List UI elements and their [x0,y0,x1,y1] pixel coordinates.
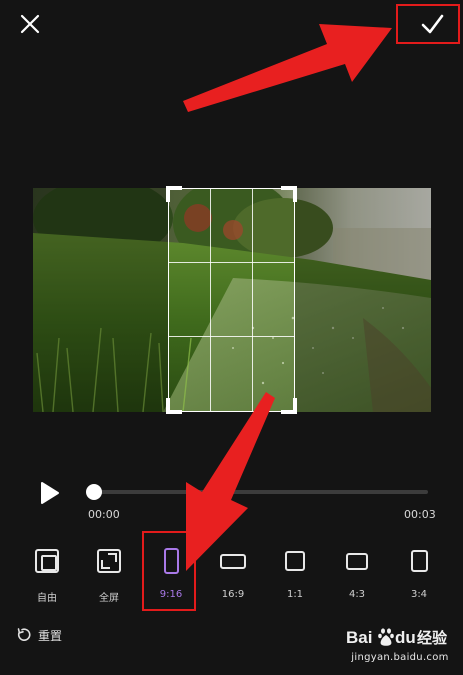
ratio-label: 全屏 [99,593,119,604]
ratio-option-1-1[interactable]: 1:1 [264,535,326,615]
ratio-option-free[interactable]: 自由 [16,535,78,615]
ratio-label: 自由 [37,593,57,604]
ratio-label: 4:3 [348,589,366,600]
aspect-ratio-bar: 自由 全屏 9:16 16:9 1:1 4:3 3:4 [16,535,456,615]
crop-grid-line [169,262,294,264]
current-time: 00:00 [88,508,120,521]
ratio-label: 3:4 [410,589,428,600]
crop-handle-top-right[interactable] [281,186,297,202]
ratio-1-1-icon [285,543,305,579]
confirm-button[interactable] [396,4,460,44]
crop-mask-left [33,188,168,412]
baidu-logo: Bai du 经验 [346,628,448,647]
ratio-4-3-icon [346,543,368,579]
play-button[interactable] [36,480,62,506]
crop-mask-right [295,188,431,412]
svg-text:du: du [395,628,416,647]
crop-grid-line [251,189,253,411]
annotation-highlight-box [142,531,196,611]
annotation-highlight-box [396,4,460,44]
play-icon [41,482,59,504]
close-icon [20,14,40,34]
ratio-16-9-icon [220,543,246,579]
crop-handle-bottom-left[interactable] [166,398,182,414]
crop-grid-line [210,189,212,411]
crop-frame[interactable] [166,186,297,414]
reset-icon [17,628,31,642]
ratio-option-3-4[interactable]: 3:4 [388,535,450,615]
ratio-label: 16:9 [221,589,245,600]
reset-button[interactable]: 重置 [16,625,62,645]
svg-text:经验: 经验 [417,629,448,647]
svg-text:Bai: Bai [346,628,372,647]
ratio-option-fullscreen[interactable]: 全屏 [78,535,140,615]
ratio-label: 1:1 [286,589,304,600]
free-crop-icon [35,543,59,579]
total-duration: 00:03 [404,508,436,521]
timeline-thumb[interactable] [86,484,102,500]
crop-handle-bottom-right[interactable] [281,398,297,414]
watermark-site: jingyan.baidu.com [351,652,449,663]
timeline-track[interactable] [94,490,428,494]
ratio-3-4-icon [410,543,428,579]
fullscreen-icon [97,543,121,579]
crop-grid-line [169,335,294,337]
baidu-jingyan-watermark: Bai du 经验 jingyan.baidu.com [344,622,456,668]
close-button[interactable] [14,8,46,40]
ratio-option-16-9[interactable]: 16:9 [202,535,264,615]
reset-label: 重置 [38,628,63,643]
ratio-option-4-3[interactable]: 4:3 [326,535,388,615]
crop-handle-top-left[interactable] [166,186,182,202]
